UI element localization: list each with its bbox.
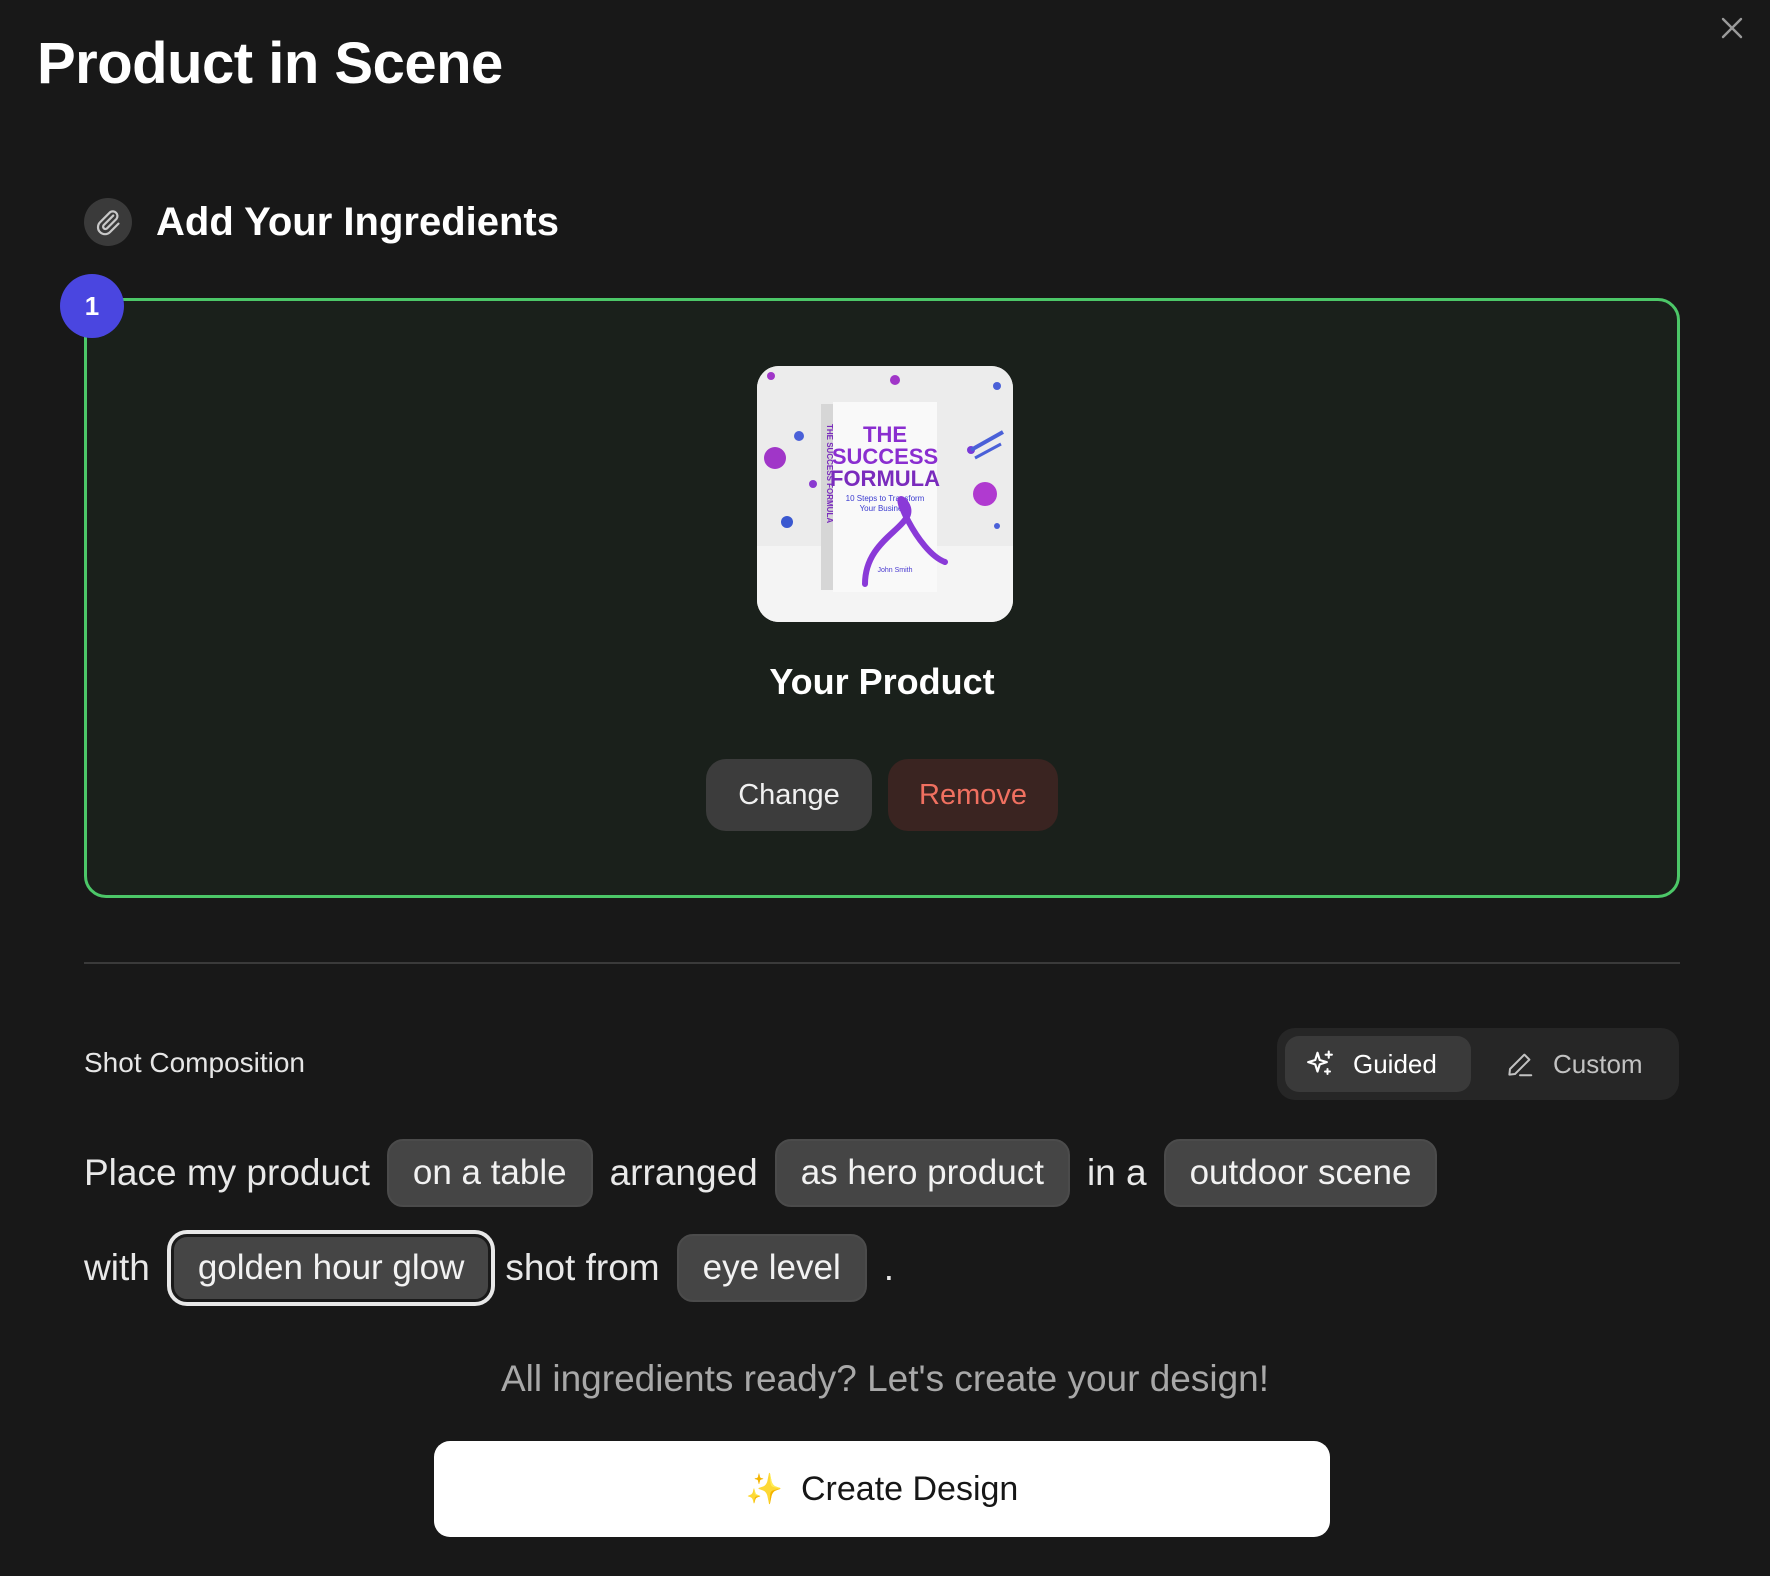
custom-mode-button[interactable]: Custom: [1471, 1036, 1663, 1092]
composition-sentence: Place my product on a table arranged as …: [84, 1138, 1684, 1328]
sentence-line-2: with golden hour glow shot from eye leve…: [84, 1233, 1684, 1303]
ingredients-header: Add Your Ingredients: [84, 198, 559, 246]
arrangement-chip[interactable]: as hero product: [774, 1139, 1070, 1207]
sentence-text: Place my product: [84, 1152, 370, 1193]
close-button[interactable]: [1712, 8, 1752, 48]
remove-button[interactable]: Remove: [888, 759, 1058, 831]
guided-mode-button[interactable]: Guided: [1285, 1036, 1471, 1092]
lighting-chip[interactable]: golden hour glow: [170, 1234, 492, 1302]
sparkle-icon: ✨: [745, 1472, 783, 1506]
product-label: Your Product: [769, 661, 995, 702]
sentence-period: .: [883, 1247, 895, 1288]
book-title-line3: FORMULA: [830, 466, 940, 491]
step-badge: 1: [60, 274, 124, 338]
sparkles-icon: [1307, 1050, 1333, 1075]
custom-mode-label: Custom: [1553, 1048, 1643, 1079]
product-actions: Change Remove: [87, 759, 1677, 831]
guided-mode-label: Guided: [1353, 1048, 1437, 1079]
divider: [84, 962, 1680, 964]
create-design-button[interactable]: ✨ Create Design: [434, 1441, 1330, 1537]
pencil-icon: [1508, 1053, 1533, 1077]
scene-chip[interactable]: outdoor scene: [1163, 1139, 1438, 1207]
book-subtitle-line1: 10 Steps to Transform: [846, 494, 925, 503]
surface-chip[interactable]: on a table: [386, 1139, 593, 1207]
sentence-text: in a: [1086, 1152, 1147, 1193]
mode-toggle: Guided Custom: [1277, 1028, 1679, 1100]
sentence-text: arranged: [609, 1152, 758, 1193]
paperclip-icon: [84, 198, 132, 246]
book-cover-image: THE SUCCESS FORMULA THE SUCCESS FORMULA …: [757, 366, 1013, 622]
sentence-text: with: [84, 1247, 150, 1288]
page-title: Product in Scene: [37, 31, 503, 96]
product-in-scene-modal: Product in Scene Add Your Ingredients 1: [0, 0, 1770, 1576]
shot-composition-label: Shot Composition: [84, 1047, 306, 1078]
product-thumbnail[interactable]: THE SUCCESS FORMULA THE SUCCESS FORMULA …: [757, 366, 1013, 622]
book-author: John Smith: [877, 567, 912, 574]
close-icon: [1721, 17, 1743, 39]
sentence-line-1: Place my product on a table arranged as …: [84, 1138, 1684, 1208]
product-ingredient-card: THE SUCCESS FORMULA THE SUCCESS FORMULA …: [84, 298, 1680, 898]
section-title: Add Your Ingredients: [156, 199, 559, 244]
change-button[interactable]: Change: [706, 759, 872, 831]
sentence-text: shot from: [505, 1247, 660, 1288]
ready-prompt: All ingredients ready? Let's create your…: [500, 1358, 1270, 1399]
angle-chip[interactable]: eye level: [676, 1234, 867, 1302]
create-design-label: Create Design: [801, 1469, 1019, 1508]
